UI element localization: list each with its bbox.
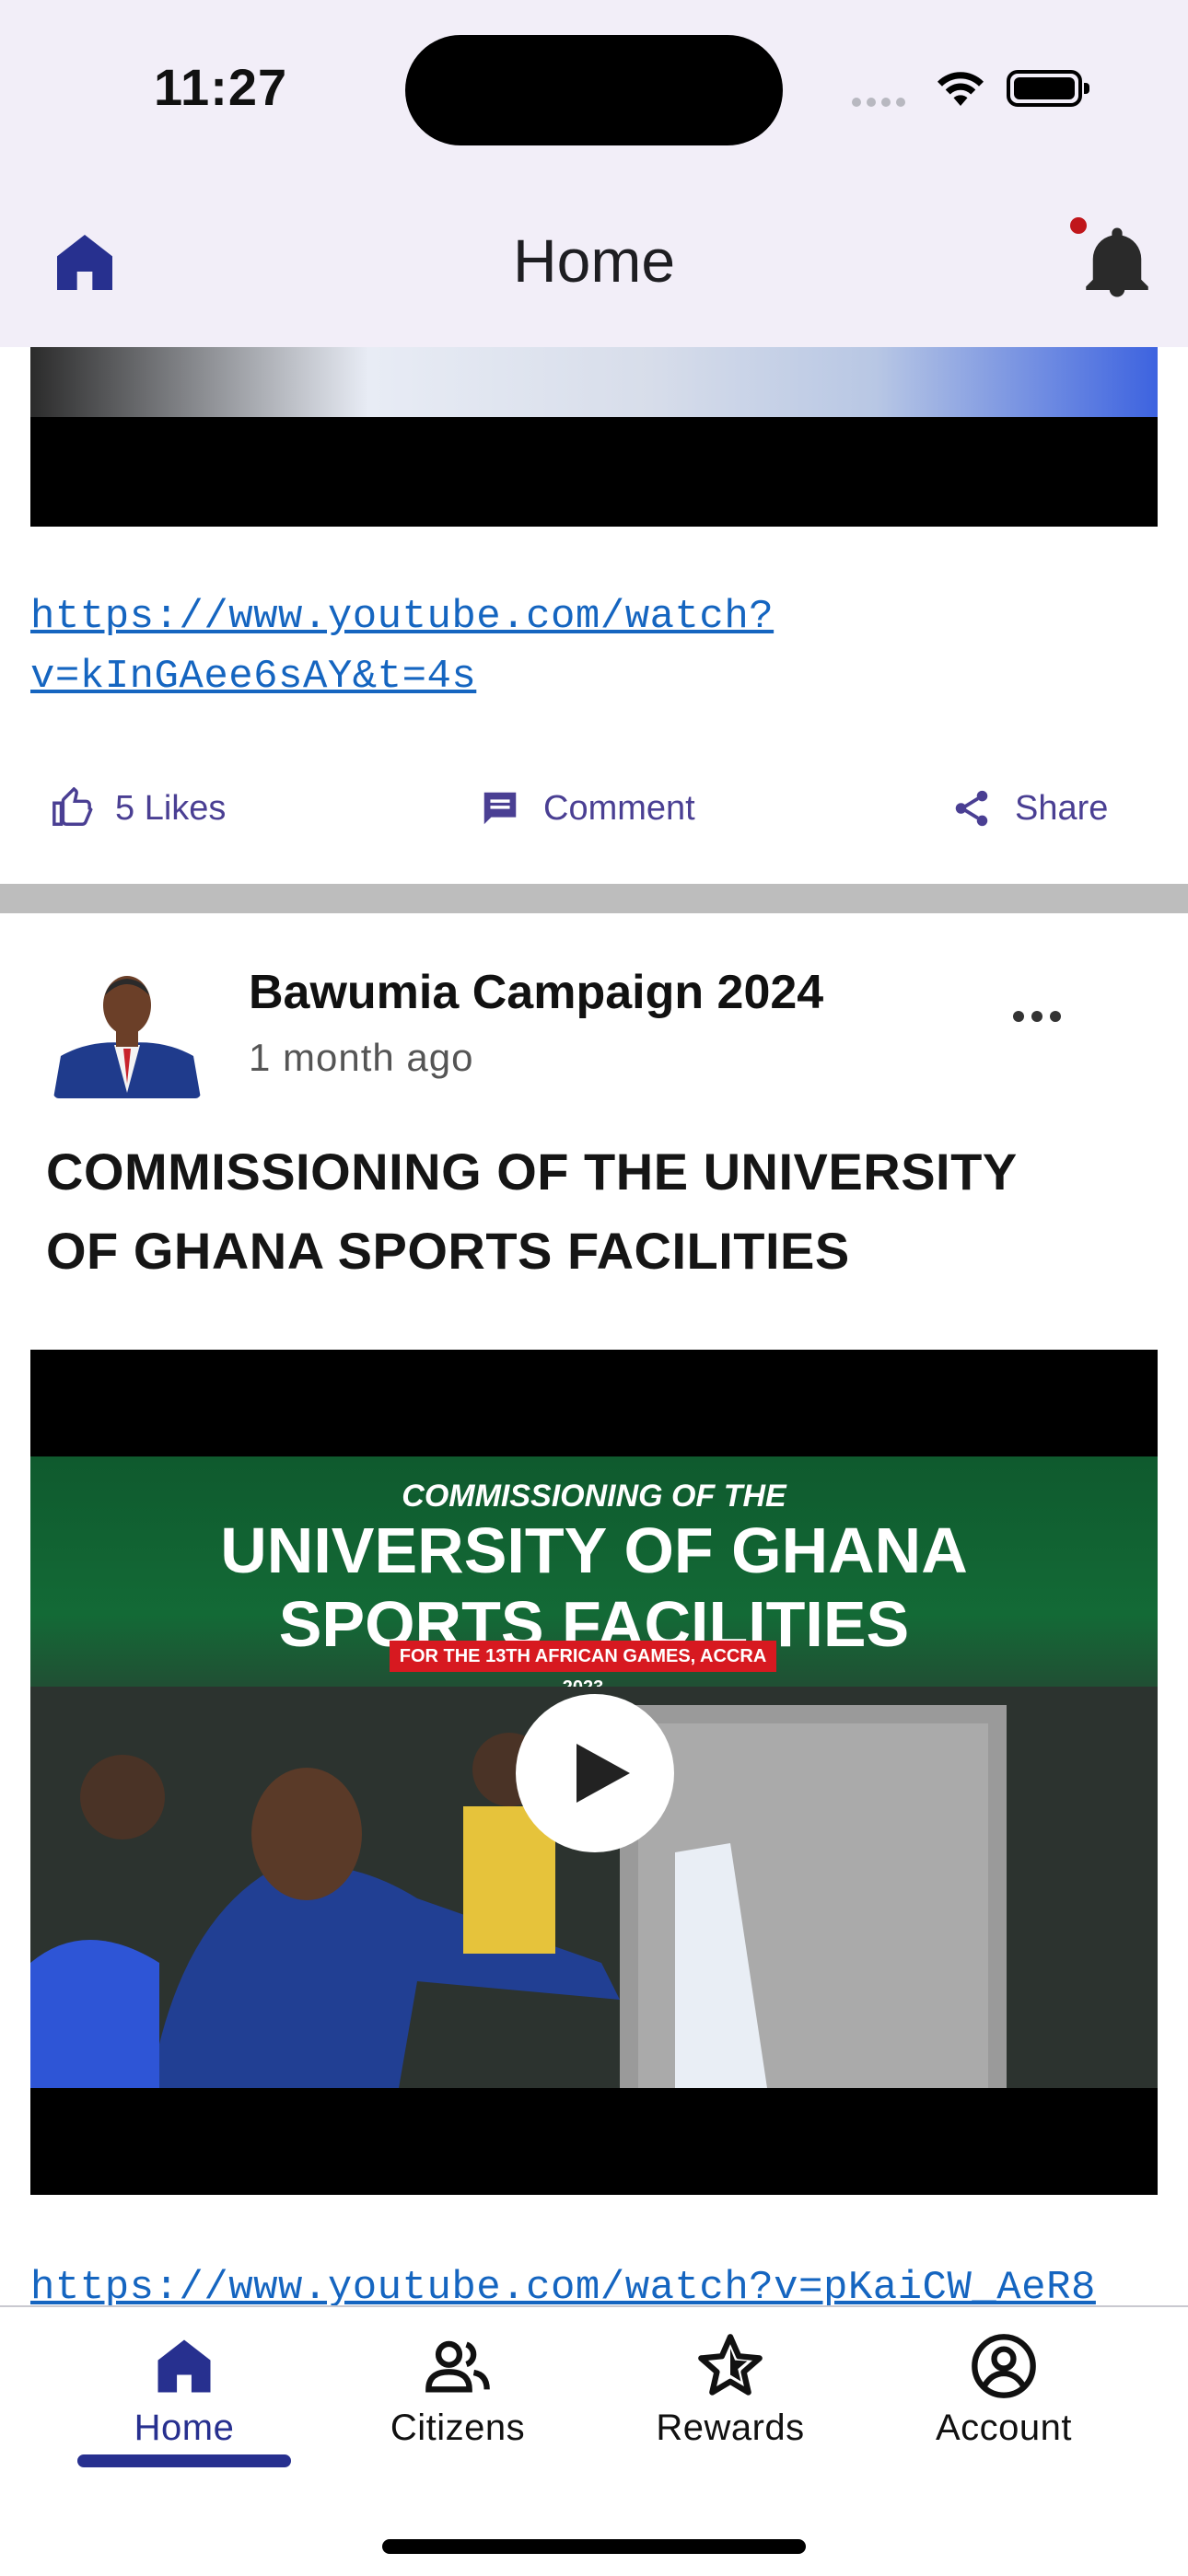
notification-bell-icon[interactable] [1076,221,1159,304]
post-author[interactable]: Bawumia Campaign 2024 [249,965,823,1020]
active-tab-indicator [77,2454,291,2467]
post-image[interactable] [30,347,1158,417]
nav-account-label: Account [935,2408,1073,2448]
comment-label: Comment [543,788,695,828]
people-icon [425,2340,490,2393]
notification-dot [1070,217,1087,234]
nav-rewards-label: Rewards [656,2408,805,2448]
play-icon [577,1744,630,1803]
app-header: 11:27 Home [0,0,1188,347]
wifi-icon [938,72,984,106]
nav-citizens[interactable]: Citizens [347,2307,568,2449]
avatar[interactable] [53,955,201,1098]
status-time: 11:27 [154,58,288,116]
battery-icon [1007,70,1089,107]
nav-rewards[interactable]: Rewards [620,2307,841,2449]
cellular-signal-icon [852,95,911,111]
star-icon [698,2334,763,2396]
avatar-portrait-icon [53,955,201,1098]
comment-icon [483,792,517,825]
dynamic-island [405,35,783,145]
home-indicator[interactable] [382,2539,806,2554]
post-link[interactable]: https://www.youtube.com/watch?v=pKaiCW_A… [30,2265,1096,2311]
thumb-up-icon [52,787,93,826]
post-link[interactable]: https://www.youtube.com/watch? [30,594,774,640]
nav-citizens-label: Citizens [390,2408,526,2448]
post-video-frame [30,417,1158,527]
post-timestamp: 1 month ago [249,1036,474,1079]
home-icon [157,2339,211,2393]
like-button[interactable]: 5 Likes [51,787,226,830]
page-title: Home [512,226,676,295]
nav-home-label: Home [134,2408,235,2448]
share-button[interactable]: Share [950,787,1108,830]
likes-count-label: 5 Likes [115,788,227,828]
more-options-icon[interactable] [1013,1010,1068,1027]
thumbnail-caption-main: UNIVERSITY OF GHANA SPORTS FACILITIES [30,1514,1158,1661]
thumbnail-badge: FOR THE 13TH AFRICAN GAMES, ACCRA 2023 [390,1641,776,1698]
post-link-continued[interactable]: v=kInGAee6sAY&t=4s [30,654,476,700]
account-circle-icon [972,2334,1036,2398]
nav-account[interactable]: Account [893,2307,1114,2449]
bottom-navigation: Home Citizens Rewards Account [0,2305,1188,2576]
share-label: Share [1015,788,1109,828]
share-icon [955,790,988,827]
comment-button[interactable]: Comment [479,787,695,830]
thumbnail-caption-line2: UNIVERSITY OF GHANA [220,1514,968,1586]
post-title: COMMISSIONING OF THE UNIVERSITY OF GHANA… [46,1132,1142,1291]
post-divider [0,884,1188,913]
post-title-line2: OF GHANA SPORTS FACILITIES [46,1222,850,1280]
nav-home[interactable]: Home [74,2307,295,2449]
post-title-line1: COMMISSIONING OF THE UNIVERSITY [46,1143,1018,1201]
play-button[interactable] [516,1694,674,1852]
thumbnail-caption-line1: COMMISSIONING OF THE [402,1479,786,1514]
